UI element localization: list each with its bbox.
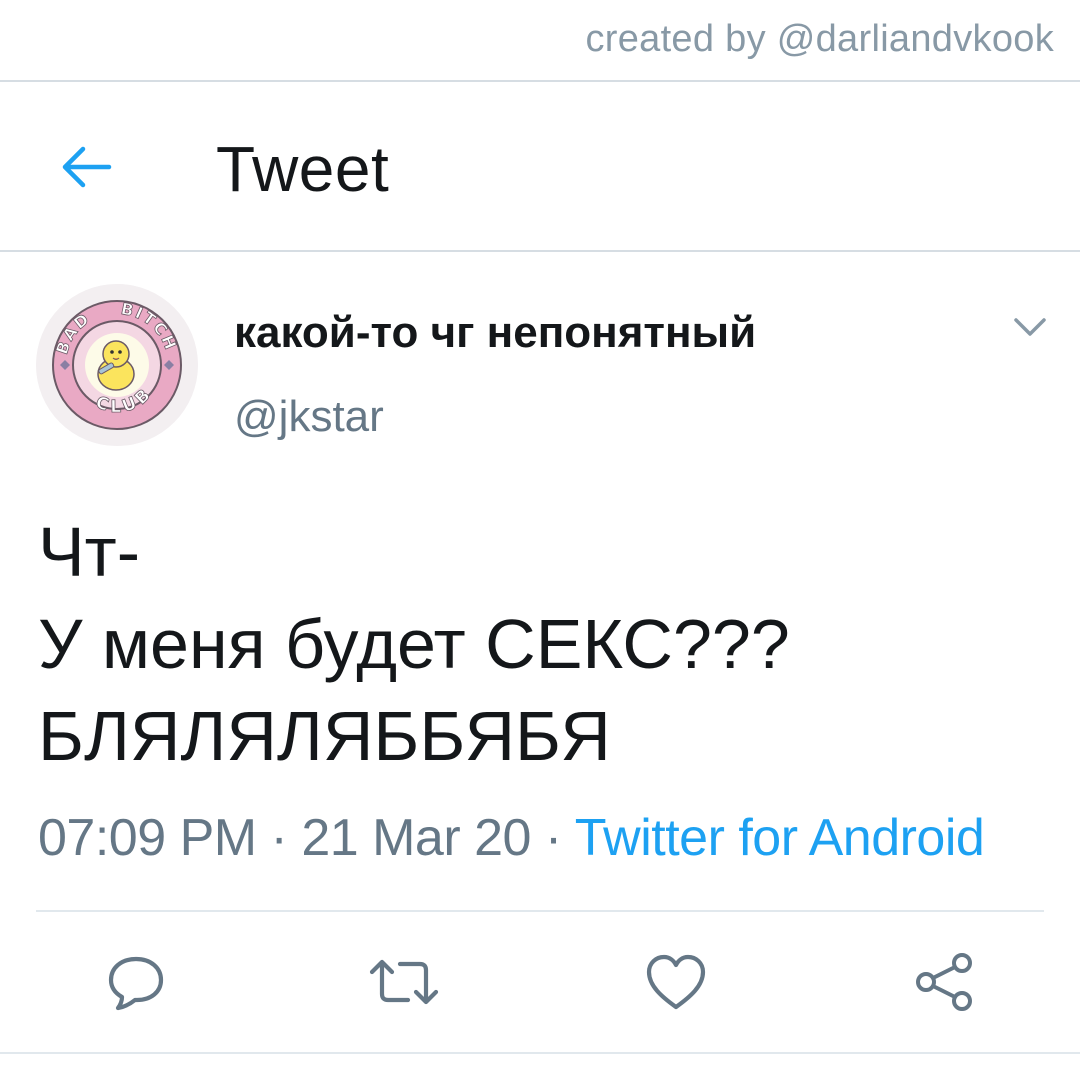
retweet-button[interactable]: [364, 944, 444, 1020]
tweet-line: Чт-: [38, 513, 141, 591]
tweet-time: 07:09 PM: [38, 809, 257, 867]
share-icon: [916, 953, 972, 1011]
avatar[interactable]: BAD BITCH CLUB: [36, 284, 198, 446]
reply-icon: [108, 956, 164, 1011]
page-title: Tweet: [216, 133, 390, 205]
tweet-meta: 07:09 PM · 21 Mar 20 · Twitter for Andro…: [38, 808, 985, 868]
tweet-line: БЛЯЛЯЛЯББЯБЯ: [38, 697, 611, 775]
bottom-divider: [0, 1052, 1080, 1054]
chevron-down-icon: [1014, 318, 1046, 336]
share-button[interactable]: [904, 944, 984, 1020]
heart-icon: [646, 954, 706, 1010]
header-divider: [0, 250, 1080, 252]
watermark-credit: created by @darliandvkook: [585, 18, 1054, 60]
actions-divider: [36, 910, 1044, 912]
arrow-left-icon: [62, 146, 112, 188]
tweet-options-button[interactable]: [1008, 308, 1052, 348]
user-handle[interactable]: @jkstar: [234, 392, 384, 442]
tweet-line: У меня будет СЕКС???: [38, 605, 790, 683]
back-button[interactable]: [50, 134, 120, 200]
tweet-text: Чт- У меня будет СЕКС??? БЛЯЛЯЛЯББЯБЯ: [38, 506, 1048, 782]
reply-button[interactable]: [96, 944, 176, 1020]
tweet-date: 21 Mar 20: [301, 809, 531, 867]
meta-separator: ·: [544, 809, 562, 867]
retweet-icon: [369, 959, 439, 1005]
avatar-badge-icon: BAD BITCH CLUB: [36, 284, 198, 446]
tweet-source-link[interactable]: Twitter for Android: [575, 809, 985, 867]
meta-separator: ·: [270, 809, 288, 867]
tweet-header: Tweet: [0, 82, 1080, 250]
display-name[interactable]: какой-то чг непонятный: [234, 308, 756, 358]
like-button[interactable]: [636, 944, 716, 1020]
